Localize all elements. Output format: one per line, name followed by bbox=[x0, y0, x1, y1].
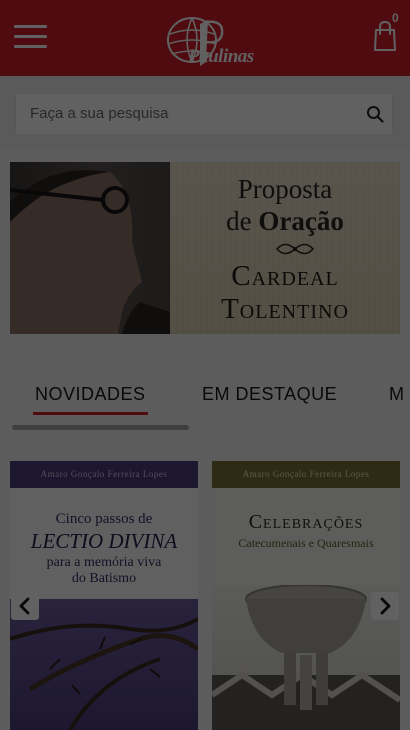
banner-name-line1: Cardeal bbox=[231, 260, 339, 292]
banner-title-bold: Oração bbox=[258, 206, 344, 236]
book-title-line2: LECTIO DIVINA bbox=[30, 529, 178, 553]
book-title-line4: do Batismo bbox=[71, 571, 137, 586]
book-title-line3: para a memória viva bbox=[46, 555, 162, 570]
banner-title-line1: Proposta bbox=[237, 174, 333, 204]
tabs-scrollbar[interactable] bbox=[12, 425, 189, 430]
book-author: Amaro Gonçalo Ferreira Lopes bbox=[212, 461, 400, 488]
book-title-line1: Cinco passos de bbox=[55, 511, 153, 527]
book-title-line2: Catecumenais e Quaresmais bbox=[238, 536, 374, 550]
search-box bbox=[15, 93, 393, 135]
search-bar-area bbox=[0, 76, 410, 148]
ornament-icon bbox=[275, 243, 315, 255]
cart-count-badge: 0 bbox=[392, 11, 399, 25]
active-tab-indicator bbox=[33, 412, 148, 415]
tab-novidades[interactable]: NOVIDADES bbox=[35, 384, 146, 405]
product-tabs: NOVIDADES EM DESTAQUE M bbox=[0, 362, 410, 432]
promo-banner[interactable]: Proposta de Oração Cardeal Tolentino bbox=[10, 162, 400, 334]
logo-text: Paulinas bbox=[188, 46, 254, 67]
tab-em-destaque[interactable]: EM DESTAQUE bbox=[202, 384, 337, 405]
book-author: Amaro Gonçalo Ferreira Lopes bbox=[10, 461, 198, 488]
tab-next-partial[interactable]: M bbox=[389, 384, 405, 405]
banner-name-line2: Tolentino bbox=[221, 293, 349, 325]
book-title-line1: Celebrações bbox=[248, 511, 364, 533]
chevron-left-icon[interactable] bbox=[11, 592, 39, 620]
chevron-right-icon[interactable] bbox=[371, 592, 399, 620]
search-icon[interactable] bbox=[366, 105, 384, 123]
banner-title-prefix: de bbox=[226, 206, 259, 236]
hamburger-menu-icon[interactable] bbox=[14, 25, 47, 49]
banner-portrait-image bbox=[10, 162, 170, 334]
search-input[interactable] bbox=[30, 105, 350, 122]
banner-title-line2: de Oração bbox=[170, 206, 400, 237]
top-header: Paulinas 0 bbox=[0, 0, 410, 76]
